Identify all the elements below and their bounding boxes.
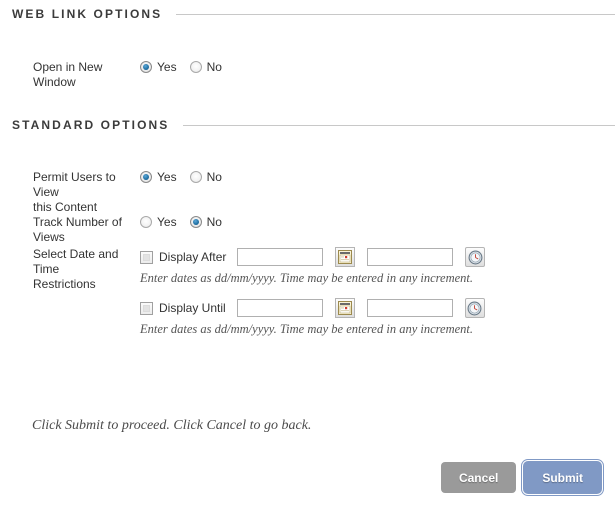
permit-users-row: Permit Users to View this Content Yes No <box>0 170 615 215</box>
calendar-icon-button-after[interactable] <box>335 247 355 267</box>
footer-button-bar: Cancel Submit <box>441 462 601 493</box>
radio-label-no: No <box>207 170 222 184</box>
web-link-options-title: WEB LINK OPTIONS <box>12 7 176 21</box>
radio-indicator-no[interactable] <box>190 61 202 73</box>
web-link-options-header: WEB LINK OPTIONS <box>0 7 615 21</box>
radio-indicator-yes[interactable] <box>140 171 152 183</box>
open-in-new-window-label: Open in New Window <box>0 60 140 90</box>
track-views-label: Track Number of Views <box>0 215 140 245</box>
date-time-restrictions-label: Select Date and Time Restrictions <box>0 247 140 292</box>
radio-indicator-yes[interactable] <box>140 216 152 228</box>
open-in-new-window-radio-no[interactable]: No <box>190 60 222 74</box>
radio-indicator-no[interactable] <box>190 171 202 183</box>
display-after-label: Display After <box>159 250 226 264</box>
permit-users-label: Permit Users to View this Content <box>0 170 140 215</box>
open-in-new-window-radio-yes[interactable]: Yes <box>140 60 177 74</box>
submit-button[interactable]: Submit <box>524 462 601 493</box>
cancel-button[interactable]: Cancel <box>441 462 516 493</box>
radio-label-no: No <box>207 215 222 229</box>
date-time-restrictions-control: Display After <box>140 247 615 337</box>
permit-users-radio-yes[interactable]: Yes <box>140 170 177 184</box>
open-in-new-window-row: Open in New Window Yes No <box>0 60 615 90</box>
display-after-line: Display After <box>140 247 615 267</box>
permit-users-radio-group: Yes No <box>140 170 235 184</box>
display-after-time-input[interactable] <box>367 248 453 266</box>
open-in-new-window-radio-group: Yes No <box>140 60 235 74</box>
clock-icon-button-until[interactable] <box>465 298 485 318</box>
permit-users-label-line2: this Content <box>33 200 140 215</box>
restrictions-label-line1: Select Date and Time <box>33 247 140 277</box>
radio-indicator-no[interactable] <box>190 216 202 228</box>
display-until-checkbox-wrap[interactable]: Display Until <box>140 301 226 315</box>
display-until-hint: Enter dates as dd/mm/yyyy. Time may be e… <box>140 322 615 337</box>
radio-label-no: No <box>207 60 222 74</box>
header-divider-rule <box>183 125 615 126</box>
display-until-label: Display Until <box>159 301 226 315</box>
display-after-checkbox[interactable] <box>140 251 153 264</box>
calendar-icon <box>338 301 352 315</box>
track-views-radio-group: Yes No <box>140 215 235 229</box>
clock-icon-button-after[interactable] <box>465 247 485 267</box>
display-until-checkbox[interactable] <box>140 302 153 315</box>
radio-label-yes: Yes <box>157 170 177 184</box>
standard-options-title: STANDARD OPTIONS <box>12 118 183 132</box>
display-until-time-input[interactable] <box>367 299 453 317</box>
date-time-restrictions-row: Select Date and Time Restrictions Displa… <box>0 247 615 337</box>
display-until-line: Display Until <box>140 298 615 318</box>
display-after-date-input[interactable] <box>237 248 323 266</box>
track-views-radio-yes[interactable]: Yes <box>140 215 177 229</box>
calendar-icon <box>338 250 352 264</box>
permit-users-label-line1: Permit Users to View <box>33 170 140 200</box>
header-divider-rule <box>176 14 615 15</box>
footer-instruction-text: Click Submit to proceed. Click Cancel to… <box>32 418 311 434</box>
open-in-new-window-control: Yes No <box>140 60 615 74</box>
clock-icon <box>468 250 483 265</box>
radio-label-yes: Yes <box>157 60 177 74</box>
display-after-hint: Enter dates as dd/mm/yyyy. Time may be e… <box>140 271 615 286</box>
track-views-row: Track Number of Views Yes No <box>0 215 615 245</box>
standard-options-header: STANDARD OPTIONS <box>0 118 615 132</box>
display-until-date-input[interactable] <box>237 299 323 317</box>
radio-indicator-yes[interactable] <box>140 61 152 73</box>
calendar-icon-button-until[interactable] <box>335 298 355 318</box>
permit-users-control: Yes No <box>140 170 615 184</box>
track-views-radio-no[interactable]: No <box>190 215 222 229</box>
radio-label-yes: Yes <box>157 215 177 229</box>
clock-icon <box>467 301 482 316</box>
restrictions-label-line2: Restrictions <box>33 277 140 292</box>
display-after-checkbox-wrap[interactable]: Display After <box>140 250 226 264</box>
permit-users-radio-no[interactable]: No <box>190 170 222 184</box>
track-views-control: Yes No <box>140 215 615 229</box>
